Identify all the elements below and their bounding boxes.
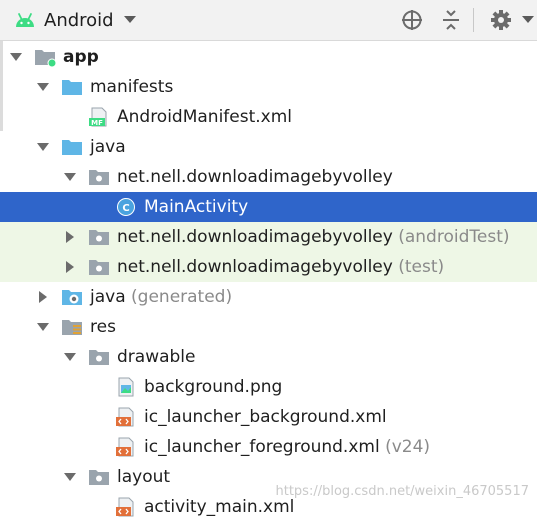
tree-node-name: manifests bbox=[90, 77, 174, 97]
dropdown-caret-icon bbox=[123, 16, 136, 23]
xml-file-icon bbox=[115, 497, 137, 517]
tree-node-label: java bbox=[90, 136, 126, 158]
tree-node[interactable]: drawable bbox=[0, 342, 537, 372]
tree-node-name: MainActivity bbox=[144, 197, 249, 217]
package-icon bbox=[88, 167, 110, 187]
tree-node[interactable]: manifests bbox=[0, 72, 537, 102]
gear-icon bbox=[491, 10, 511, 30]
tree-node-suffix: (test) bbox=[398, 257, 445, 277]
expand-arrow-right-icon[interactable] bbox=[35, 289, 51, 305]
tree-node[interactable]: ic_launcher_background.xml bbox=[0, 402, 537, 432]
expand-arrow-right-icon[interactable] bbox=[62, 229, 78, 245]
xml-file-icon bbox=[115, 407, 137, 427]
package-icon bbox=[88, 257, 110, 277]
res-folder-icon bbox=[61, 317, 83, 337]
expand-arrow-down-icon[interactable] bbox=[62, 169, 78, 185]
tree-node-name: java bbox=[90, 137, 126, 157]
tree-node[interactable]: java bbox=[0, 132, 537, 162]
expand-arrow-down-icon[interactable] bbox=[62, 469, 78, 485]
tree-node-name: drawable bbox=[117, 347, 196, 367]
tree-node-name: net.nell.downloadimagebyvolley bbox=[117, 227, 393, 247]
settings-button[interactable] bbox=[487, 6, 515, 34]
tree-node-name: app bbox=[63, 47, 99, 67]
tree-node-name: background.png bbox=[144, 377, 283, 397]
project-view-selector[interactable]: Android bbox=[14, 6, 136, 34]
tree-node-name: net.nell.downloadimagebyvolley bbox=[117, 257, 393, 277]
more-caret-icon bbox=[522, 16, 534, 23]
tree-node[interactable]: MF AndroidManifest.xml bbox=[0, 102, 537, 132]
package-icon bbox=[88, 227, 110, 247]
svg-text:C: C bbox=[122, 203, 129, 214]
tree-node[interactable]: app bbox=[0, 42, 537, 72]
expand-arrow-down-icon[interactable] bbox=[8, 49, 24, 65]
tree-node-suffix: (androidTest) bbox=[398, 227, 510, 247]
tree-node-label: net.nell.downloadimagebyvolley (androidT… bbox=[117, 226, 510, 248]
tree-node-name: ic_launcher_foreground.xml bbox=[144, 437, 380, 457]
folder-icon bbox=[61, 137, 83, 157]
tree-node-label: drawable bbox=[117, 346, 196, 368]
expand-arrow-down-icon[interactable] bbox=[35, 139, 51, 155]
tree-node-name: layout bbox=[117, 467, 171, 487]
tree-node[interactable]: C MainActivity bbox=[0, 192, 537, 222]
tree-node-label: res bbox=[90, 316, 116, 338]
header-separator bbox=[473, 8, 474, 32]
manifest-file-icon: MF bbox=[88, 107, 110, 127]
tree-node[interactable]: net.nell.downloadimagebyvolley (test) bbox=[0, 252, 537, 282]
tree-node-label: activity_main.xml bbox=[144, 496, 294, 518]
tree-node-label: layout bbox=[117, 466, 170, 488]
generated-folder-icon bbox=[61, 287, 83, 307]
collapse-all-button[interactable] bbox=[437, 6, 465, 34]
tree-node-name: activity_main.xml bbox=[144, 497, 295, 517]
tree-node[interactable]: res bbox=[0, 312, 537, 342]
collapse-all-icon bbox=[443, 10, 459, 30]
expand-arrow-down-icon[interactable] bbox=[62, 349, 78, 365]
tree-node-label: AndroidManifest.xml bbox=[117, 106, 292, 128]
watermark: https://blog.csdn.net/weixin_46705517 bbox=[275, 484, 529, 499]
tree-node-suffix: (v24) bbox=[385, 437, 431, 457]
tree-node-label: java (generated) bbox=[90, 286, 232, 308]
tree-node-name: net.nell.downloadimagebyvolley bbox=[117, 167, 393, 187]
tree-node[interactable]: java (generated) bbox=[0, 282, 537, 312]
tree-node-name: ic_launcher_background.xml bbox=[144, 407, 387, 427]
package-icon bbox=[88, 467, 110, 487]
tree-node-label: manifests bbox=[90, 76, 173, 98]
tree-node-suffix: (generated) bbox=[131, 287, 233, 307]
tree-node-label: MainActivity bbox=[144, 196, 248, 218]
tree-node-name: res bbox=[90, 317, 116, 337]
tree-node-label: background.png bbox=[144, 376, 282, 398]
android-icon bbox=[16, 13, 34, 27]
tree-node-label: app bbox=[63, 46, 99, 68]
svg-text:MF: MF bbox=[91, 119, 103, 127]
tree-node-name: java bbox=[90, 287, 126, 307]
tree-node[interactable]: ic_launcher_foreground.xml (v24) bbox=[0, 432, 537, 462]
module-folder-icon bbox=[34, 47, 57, 68]
tree-node-label: ic_launcher_background.xml bbox=[144, 406, 387, 428]
expand-arrow-right-icon[interactable] bbox=[62, 259, 78, 275]
expand-arrow-down-icon[interactable] bbox=[35, 79, 51, 95]
tree-node-label: net.nell.downloadimagebyvolley bbox=[117, 166, 393, 188]
tree-node-label: ic_launcher_foreground.xml (v24) bbox=[144, 436, 430, 458]
expand-arrow-down-icon[interactable] bbox=[35, 319, 51, 335]
image-file-icon bbox=[115, 377, 137, 397]
tree-node[interactable]: net.nell.downloadimagebyvolley (androidT… bbox=[0, 222, 537, 252]
package-icon bbox=[88, 347, 110, 367]
tree-node[interactable]: background.png bbox=[0, 372, 537, 402]
crosshair-icon bbox=[402, 10, 422, 30]
tree-node-name: AndroidManifest.xml bbox=[117, 107, 293, 127]
xml-file-icon bbox=[115, 437, 137, 457]
tree-node-label: net.nell.downloadimagebyvolley (test) bbox=[117, 256, 444, 278]
view-mode-label: Android bbox=[44, 9, 114, 31]
project-view-header: Android bbox=[0, 0, 537, 41]
tree-node[interactable]: net.nell.downloadimagebyvolley bbox=[0, 162, 537, 192]
folder-icon bbox=[61, 77, 83, 97]
class-icon: C bbox=[115, 197, 137, 217]
scroll-from-source-button[interactable] bbox=[398, 6, 426, 34]
